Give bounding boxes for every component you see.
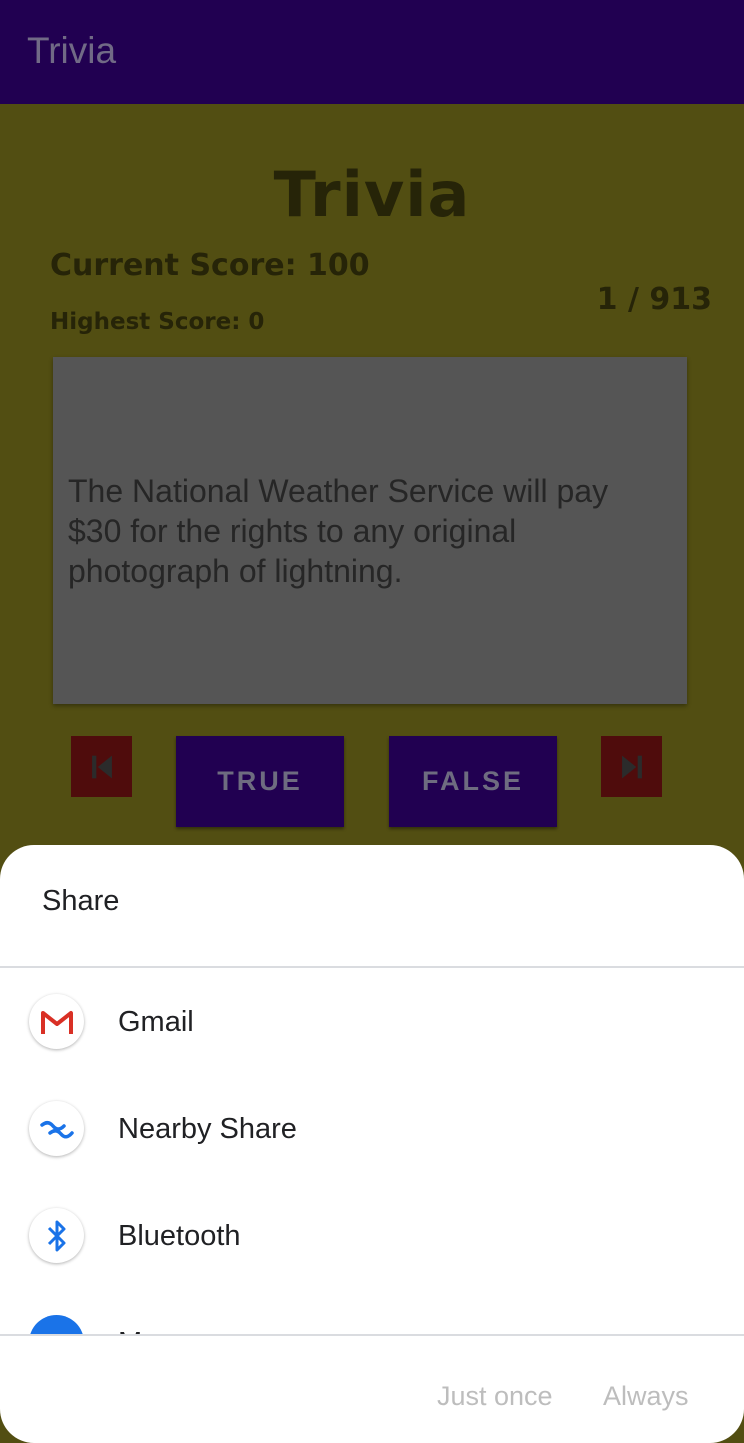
highest-score: Highest Score: 0 (50, 309, 265, 335)
share-sheet-title: Share (42, 885, 120, 917)
share-app-list[interactable]: Gmail Nearby Share Bluetooth (0, 968, 744, 1334)
messages-icon (29, 1315, 84, 1334)
question-text: The National Weather Service will pay $3… (68, 473, 609, 589)
question-card: The National Weather Service will pay $3… (53, 357, 687, 704)
just-once-button[interactable]: Just once (437, 1381, 553, 1412)
current-score: Current Score: 100 (50, 248, 370, 283)
share-target-nearby-share[interactable]: Nearby Share (0, 1075, 744, 1182)
share-target-gmail[interactable]: Gmail (0, 968, 744, 1075)
always-button[interactable]: Always (603, 1381, 689, 1412)
app-label: Gmail (118, 1006, 194, 1038)
share-target-messages[interactable]: M (0, 1289, 744, 1334)
divider (0, 1334, 744, 1336)
app-label: Nearby Share (118, 1113, 297, 1145)
share-sheet: Share Gmail Nearby Share Bluetooth Just … (0, 845, 744, 1443)
app-bar-title: Trivia (27, 30, 117, 71)
next-question-button[interactable] (601, 736, 662, 797)
game-title: Trivia (273, 158, 471, 231)
share-target-bluetooth[interactable]: Bluetooth (0, 1182, 744, 1289)
gmail-icon (29, 994, 84, 1049)
skip-previous-icon (91, 755, 112, 778)
app-bar: Trivia (0, 0, 744, 104)
previous-question-button[interactable] (71, 736, 132, 797)
nearby-share-icon (29, 1101, 84, 1156)
app-label: Bluetooth (118, 1220, 241, 1252)
question-counter: 1 / 913 (596, 282, 712, 317)
false-button[interactable]: FALSE (389, 736, 557, 827)
true-button[interactable]: TRUE (176, 736, 344, 827)
bluetooth-icon (29, 1208, 84, 1263)
skip-next-icon (621, 755, 642, 778)
app-label: M (118, 1327, 142, 1334)
